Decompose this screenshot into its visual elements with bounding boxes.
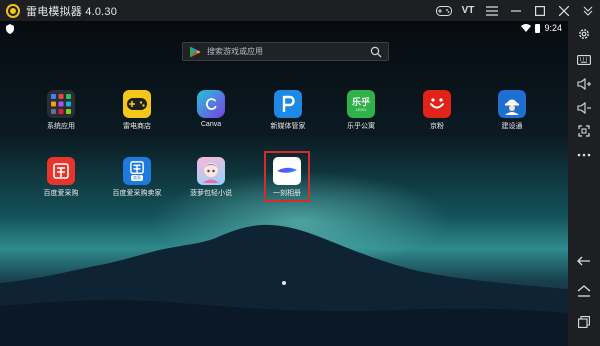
- app-label: 建设通: [501, 123, 523, 130]
- close-icon[interactable]: [552, 0, 576, 21]
- collapse-double-chevron-icon[interactable]: [576, 0, 600, 21]
- google-play-icon: [190, 46, 201, 57]
- search-bar[interactable]: 搜索游戏或应用: [182, 42, 389, 61]
- app-label: 系统应用: [47, 123, 75, 130]
- jingfen-icon: [423, 90, 451, 118]
- keyboard-icon[interactable]: [576, 52, 592, 68]
- app-label: 百度爱采购: [43, 190, 79, 197]
- app-baidu-procurement-seller[interactable]: 卖家 百度爱采购卖家: [105, 157, 169, 198]
- right-toolbar: [568, 21, 600, 346]
- app-label: 京粉: [430, 123, 444, 130]
- app-logo-icon: [6, 3, 20, 18]
- shield-icon: [6, 24, 14, 34]
- page-indicator-dot: [282, 281, 286, 285]
- app-jingfen[interactable]: 京粉: [405, 90, 469, 131]
- app-label: 新媒体管家: [270, 123, 306, 130]
- gamepad-icon[interactable]: [432, 0, 456, 21]
- minimize-icon[interactable]: [504, 0, 528, 21]
- wifi-icon: [521, 24, 532, 32]
- app-new-media-manager[interactable]: 新媒体管家: [256, 90, 320, 131]
- more-dots-icon[interactable]: [576, 147, 592, 163]
- volume-down-icon[interactable]: [576, 100, 592, 116]
- app-label: Canva: [200, 121, 222, 128]
- lehu-icon-subtext: LEHU: [355, 106, 367, 112]
- settings-gear-icon[interactable]: [576, 26, 592, 42]
- search-input[interactable]: 搜索游戏或应用: [207, 46, 370, 57]
- menu-icon[interactable]: [480, 0, 504, 21]
- boluobao-novel-icon: [197, 157, 225, 185]
- app-canva[interactable]: Canva: [179, 90, 243, 128]
- status-time: 9:24: [544, 23, 562, 33]
- fullscreen-icon[interactable]: [576, 123, 592, 139]
- title-bar: 雷电模拟器 4.0.30 VT: [0, 0, 600, 21]
- home-icon[interactable]: [576, 283, 592, 299]
- volume-up-icon[interactable]: [576, 76, 592, 92]
- window-title: 雷电模拟器 4.0.30: [26, 5, 118, 18]
- vt-button[interactable]: VT: [456, 0, 480, 21]
- battery-icon: [535, 23, 541, 33]
- p-icon: [274, 90, 302, 118]
- android-home-screen: 9:24 搜索游戏或应用 系统应用 雷电商店 Canva 新媒体管家 乐乎 LE…: [0, 21, 568, 346]
- app-lehu[interactable]: 乐乎 LEHU 乐乎公寓: [329, 90, 393, 131]
- app-baidu-procurement[interactable]: 百度爱采购: [29, 157, 93, 198]
- status-bar: 9:24: [0, 21, 568, 37]
- app-system-apps[interactable]: 系统应用: [29, 90, 93, 131]
- recent-apps-icon[interactable]: [576, 314, 592, 330]
- lehu-icon-text: 乐乎: [351, 96, 370, 107]
- baidu-procurement-icon: [47, 157, 75, 185]
- search-icon[interactable]: [370, 46, 382, 58]
- app-ld-store[interactable]: 雷电商店: [105, 90, 169, 131]
- jianshetong-icon: [498, 90, 526, 118]
- seller-tag: 卖家: [131, 175, 143, 181]
- app-label: 菠萝包轻小说: [190, 190, 232, 197]
- app-label: 百度爱采购卖家: [112, 190, 162, 197]
- app-boluobao-novel[interactable]: 菠萝包轻小说: [179, 157, 243, 198]
- maximize-icon[interactable]: [528, 0, 552, 21]
- selection-highlight-box: [264, 151, 310, 202]
- baidu-procurement-seller-icon: 卖家: [123, 157, 151, 185]
- gamepad-store-icon: [123, 90, 151, 118]
- canva-icon: [197, 90, 225, 118]
- title-toolbar: VT: [432, 0, 600, 21]
- system-apps-folder-icon: [47, 90, 75, 118]
- lehu-icon: 乐乎 LEHU: [347, 90, 375, 118]
- app-jianshetong[interactable]: 建设通: [480, 90, 544, 131]
- back-arrow-icon[interactable]: [576, 253, 592, 269]
- app-label: 乐乎公寓: [347, 123, 375, 130]
- app-label: 雷电商店: [123, 123, 151, 130]
